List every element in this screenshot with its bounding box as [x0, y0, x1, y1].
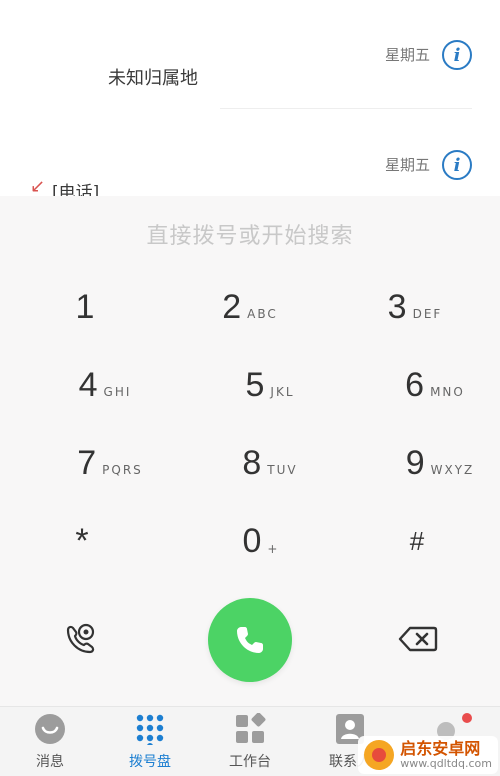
phone-icon — [237, 627, 263, 653]
info-icon[interactable]: i — [442, 40, 472, 70]
watermark-logo-icon — [364, 740, 395, 770]
key-letters: TUV — [267, 463, 298, 477]
tab-label: 拨号盘 — [129, 754, 171, 770]
key-1[interactable]: 1 — [5, 272, 165, 342]
key-8[interactable]: 8 TUV — [190, 428, 350, 498]
workbench-icon — [233, 713, 267, 745]
voicemail-icon[interactable] — [62, 622, 102, 658]
key-letters: + — [267, 542, 278, 556]
key-letters: WXYZ — [430, 463, 475, 477]
key-digit: * — [75, 521, 89, 560]
call-log-day: 星期五 — [384, 156, 430, 174]
watermark-url: www.qdltdq.com — [400, 756, 492, 770]
key-5[interactable]: 5 JKL — [190, 350, 350, 420]
key-hash[interactable]: # — [337, 506, 497, 576]
call-log-item[interactable]: 未知归属地 星期五 i — [0, 0, 500, 110]
call-log-name: 未知归属地 — [108, 68, 198, 89]
key-0[interactable]: 0 + — [180, 506, 340, 576]
key-digit: 4 — [78, 365, 98, 404]
key-letters: ABC — [247, 307, 278, 321]
key-digit: 8 — [242, 443, 262, 482]
key-9[interactable]: 9 WXYZ — [360, 428, 500, 498]
notification-badge — [462, 713, 472, 723]
key-letters: DEF — [412, 307, 443, 321]
info-icon[interactable]: i — [442, 150, 472, 180]
key-digit: 9 — [405, 443, 425, 482]
tab-workbench[interactable]: 工作台 — [200, 707, 300, 776]
key-4[interactable]: 4 GHI — [25, 350, 185, 420]
key-digit: # — [409, 525, 425, 556]
key-2[interactable]: 2 ABC — [170, 272, 330, 342]
key-digit: 5 — [245, 365, 265, 404]
key-3[interactable]: 3 DEF — [335, 272, 495, 342]
tab-dialpad[interactable]: 拨号盘 — [100, 707, 200, 776]
dialer-panel: 直接拨号或开始搜索 1 2 ABC 3 DEF 4 GHI 5 JKL 6 MN… — [0, 196, 500, 706]
key-digit: 7 — [77, 443, 97, 482]
key-digit: 6 — [405, 365, 425, 404]
call-log-day: 星期五 — [384, 46, 430, 64]
call-button[interactable] — [208, 598, 292, 682]
key-letters: GHI — [103, 385, 132, 399]
dialpad-icon — [133, 713, 167, 745]
key-digit: 1 — [75, 287, 95, 326]
key-star[interactable]: * — [2, 506, 162, 576]
call-log: 未知归属地 星期五 i ↙ [电话] 星期五 i — [0, 0, 500, 203]
tab-label: 工作台 — [229, 754, 271, 770]
key-digit: 3 — [387, 287, 407, 326]
tab-label: 消息 — [36, 754, 64, 770]
watermark: 启东安卓网 www.qdltdq.com — [358, 736, 498, 774]
call-log-divider — [220, 108, 472, 109]
key-digit: 2 — [222, 287, 242, 326]
watermark-title: 启东安卓网 — [400, 739, 481, 759]
smile-chat-icon — [33, 713, 67, 745]
key-letters: JKL — [270, 385, 295, 399]
key-letters: PQRS — [102, 463, 143, 477]
tab-messages[interactable]: 消息 — [0, 707, 100, 776]
backspace-icon[interactable] — [398, 626, 438, 652]
key-digit: 0 — [242, 521, 262, 560]
dialer-actions — [0, 596, 500, 686]
missed-call-arrow-icon: ↙ — [30, 176, 46, 197]
key-6[interactable]: 6 MNO — [355, 350, 500, 420]
dial-number-input[interactable]: 直接拨号或开始搜索 — [0, 218, 500, 250]
key-7[interactable]: 7 PQRS — [30, 428, 190, 498]
key-letters: MNO — [430, 385, 465, 399]
